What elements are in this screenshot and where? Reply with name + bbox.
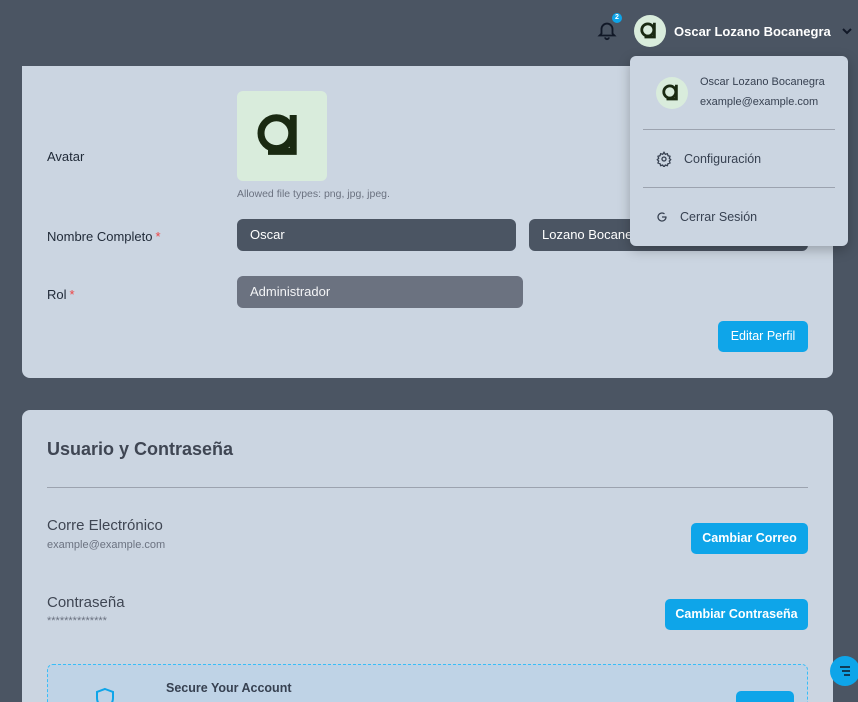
role-select[interactable]: Administrador bbox=[237, 276, 523, 308]
user-menu-toggle[interactable]: Oscar Lozano Bocanegra bbox=[634, 14, 853, 48]
required-mark: * bbox=[155, 229, 161, 244]
role-label: Rol * bbox=[47, 287, 75, 302]
logo-icon bbox=[640, 22, 656, 39]
first-name-input[interactable]: Oscar bbox=[237, 219, 516, 251]
fullname-label: Nombre Completo * bbox=[47, 229, 161, 244]
divider bbox=[47, 487, 808, 488]
list-icon bbox=[840, 666, 850, 676]
secure-action-button[interactable] bbox=[736, 691, 794, 702]
dropdown-user-name: Oscar Lozano Bocanegra bbox=[700, 76, 825, 88]
user-dropdown: Oscar Lozano Bocanegra example@example.c… bbox=[630, 56, 848, 246]
shield-icon bbox=[96, 687, 114, 702]
top-bar: 2 Oscar Lozano Bocanegra bbox=[0, 0, 858, 62]
change-email-button[interactable]: Cambiar Correo bbox=[691, 523, 808, 554]
password-title: Contraseña bbox=[47, 594, 125, 611]
avatar-upload[interactable] bbox=[237, 91, 327, 181]
avatar bbox=[634, 15, 666, 47]
notification-badge: 2 bbox=[612, 13, 622, 23]
avatar-hint: Allowed file types: png, jpg, jpeg. bbox=[237, 188, 390, 200]
logout-icon bbox=[657, 212, 667, 222]
chevron-down-icon bbox=[842, 28, 852, 35]
required-mark: * bbox=[69, 287, 75, 302]
password-value: ************** bbox=[47, 615, 107, 627]
email-title: Corre Electrónico bbox=[47, 517, 163, 534]
logout-menu-item[interactable]: Cerrar Sesión bbox=[656, 210, 757, 224]
logo-icon bbox=[662, 84, 678, 101]
avatar-label: Avatar bbox=[47, 149, 85, 164]
edit-profile-button[interactable]: Editar Perfil bbox=[718, 321, 808, 352]
secure-title: Secure Your Account bbox=[166, 681, 292, 695]
menu-fab[interactable] bbox=[830, 656, 858, 686]
secure-account-notice: Secure Your Account bbox=[47, 664, 808, 702]
user-name: Oscar Lozano Bocanegra bbox=[674, 23, 831, 39]
dropdown-user-email: example@example.com bbox=[700, 96, 819, 108]
divider bbox=[643, 187, 835, 188]
credentials-card: Usuario y Contraseña Corre Electrónico e… bbox=[22, 410, 833, 702]
gear-icon bbox=[656, 151, 672, 167]
fullname-label-text: Nombre Completo bbox=[47, 229, 153, 244]
settings-menu-item[interactable]: Configuración bbox=[656, 151, 761, 167]
logo-icon bbox=[257, 114, 297, 155]
role-label-text: Rol bbox=[47, 287, 67, 302]
change-password-button[interactable]: Cambiar Contraseña bbox=[665, 599, 808, 630]
section-title: Usuario y Contraseña bbox=[47, 439, 234, 459]
settings-label: Configuración bbox=[684, 152, 762, 166]
email-value: example@example.com bbox=[47, 539, 166, 551]
avatar bbox=[656, 77, 688, 109]
logout-label: Cerrar Sesión bbox=[680, 210, 758, 224]
divider bbox=[643, 129, 835, 130]
